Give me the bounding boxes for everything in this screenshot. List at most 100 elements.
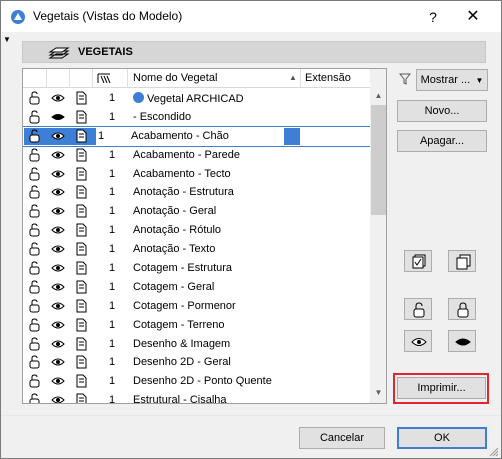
eye-icon[interactable] <box>51 280 65 294</box>
eye-icon[interactable] <box>51 318 65 332</box>
eye-icon[interactable] <box>51 129 65 143</box>
lock-open-icon[interactable] <box>28 185 42 199</box>
list-item[interactable]: 1 Desenho 2D - Geral <box>23 353 370 372</box>
list-item[interactable]: 1 - Escondido <box>23 108 370 127</box>
layer-page-icon[interactable] <box>74 148 88 162</box>
list-item[interactable]: 1 Cotagem - Pormenor <box>23 297 370 316</box>
lock-open-icon[interactable] <box>28 337 42 351</box>
layer-list[interactable]: Nome do Vegetal ▲ Extensão 1 Vegetal ARCH… <box>22 68 387 404</box>
list-item[interactable]: 1 Acabamento - Parede <box>23 146 370 165</box>
layer-page-icon[interactable] <box>74 167 88 181</box>
lock-open-icon[interactable] <box>28 148 42 162</box>
print-button[interactable]: Imprimir... <box>397 377 486 399</box>
lock-open-icon[interactable] <box>28 393 42 403</box>
eye-icon[interactable] <box>51 91 65 105</box>
eye-icon[interactable] <box>51 299 65 313</box>
filter-icon[interactable] <box>399 73 411 85</box>
layer-page-icon[interactable] <box>74 110 88 124</box>
eye-icon[interactable] <box>51 261 65 275</box>
hide-all-button[interactable] <box>448 330 476 352</box>
column-separator <box>69 69 70 88</box>
list-item[interactable]: 1 Cotagem - Estrutura <box>23 259 370 278</box>
layer-page-icon[interactable] <box>74 261 88 275</box>
close-button[interactable]: ✕ <box>456 6 490 28</box>
lock-closed-icon <box>457 302 469 318</box>
lock-open-icon[interactable] <box>28 242 42 256</box>
lock-all-button[interactable] <box>448 298 476 320</box>
lock-open-icon[interactable] <box>28 299 42 313</box>
layer-page-icon[interactable] <box>74 299 88 313</box>
lock-open-icon[interactable] <box>28 280 42 294</box>
check-all-button[interactable] <box>404 250 432 272</box>
eye-icon[interactable] <box>51 223 65 237</box>
delete-button[interactable]: Apagar... <box>397 130 487 152</box>
list-item[interactable]: 1 Desenho & Imagem <box>23 335 370 354</box>
list-item[interactable]: 1 Acabamento - Chão <box>23 125 371 147</box>
layer-page-icon[interactable] <box>74 393 88 403</box>
layer-page-icon[interactable] <box>74 337 88 351</box>
lock-open-icon[interactable] <box>28 91 42 105</box>
resize-grip-icon[interactable] <box>489 447 499 457</box>
list-item[interactable]: 1 Acabamento - Tecto <box>23 165 370 184</box>
eye-icon[interactable] <box>51 374 65 388</box>
lock-open-icon[interactable] <box>28 223 42 237</box>
lock-open-icon <box>413 302 425 318</box>
layer-page-icon[interactable] <box>74 129 88 143</box>
cancel-button[interactable]: Cancelar <box>299 427 385 449</box>
ok-button[interactable]: OK <box>397 427 487 449</box>
layer-page-icon[interactable] <box>74 185 88 199</box>
help-button[interactable]: ? <box>419 6 447 28</box>
layer-name: Desenho & Imagem <box>133 337 231 350</box>
window-title: Vegetais (Vistas do Modelo) <box>33 9 183 23</box>
eye-icon[interactable] <box>51 355 65 369</box>
new-button[interactable]: Novo... <box>397 100 487 122</box>
uncheck-all-button[interactable] <box>448 250 476 272</box>
lock-open-icon[interactable] <box>28 204 42 218</box>
list-item[interactable]: 1 Anotação - Rótulo <box>23 221 370 240</box>
unlock-all-button[interactable] <box>404 298 432 320</box>
lock-open-icon[interactable] <box>28 355 42 369</box>
list-item[interactable]: 1 Cotagem - Terreno <box>23 316 370 335</box>
eye-icon[interactable] <box>51 393 65 403</box>
eye-closed-icon[interactable] <box>51 110 65 124</box>
layer-page-icon[interactable] <box>74 318 88 332</box>
eye-icon[interactable] <box>51 167 65 181</box>
eye-icon[interactable] <box>51 337 65 351</box>
layer-page-icon[interactable] <box>74 374 88 388</box>
lock-open-icon[interactable] <box>28 110 42 124</box>
collapse-arrow-icon[interactable]: ▼ <box>3 35 11 44</box>
list-item[interactable]: 1 Anotação - Texto <box>23 240 370 259</box>
layer-page-icon[interactable] <box>74 280 88 294</box>
show-dropdown-button[interactable]: Mostrar ... ▼ <box>416 69 488 91</box>
column-header-extension[interactable]: Extensão <box>305 72 351 84</box>
eye-icon[interactable] <box>51 148 65 162</box>
scroll-down-icon[interactable]: ▼ <box>370 385 386 401</box>
list-item[interactable]: 1 Anotação - Estrutura <box>23 183 370 202</box>
intersection-group-icon[interactable] <box>97 72 111 84</box>
layer-intersection-number: 1 <box>109 243 116 256</box>
list-item[interactable]: 1 Cotagem - Geral <box>23 278 370 297</box>
list-item[interactable]: 1 Estrutural - Cisalha <box>23 391 370 403</box>
list-item[interactable]: 1 Anotação - Geral <box>23 202 370 221</box>
lock-open-icon[interactable] <box>28 318 42 332</box>
layer-page-icon[interactable] <box>74 91 88 105</box>
lock-open-icon[interactable] <box>28 261 42 275</box>
column-header-name[interactable]: Nome do Vegetal <box>133 72 217 84</box>
lock-open-icon[interactable] <box>28 374 42 388</box>
eye-icon[interactable] <box>51 185 65 199</box>
eye-icon[interactable] <box>51 204 65 218</box>
layer-name: Anotação - Estrutura <box>133 186 234 199</box>
layer-page-icon[interactable] <box>74 355 88 369</box>
layer-page-icon[interactable] <box>74 204 88 218</box>
eye-icon[interactable] <box>51 242 65 256</box>
lock-open-icon[interactable] <box>28 129 42 143</box>
scroll-up-icon[interactable]: ▲ <box>370 88 386 104</box>
show-all-button[interactable] <box>404 330 432 352</box>
vertical-scrollbar[interactable]: ▲ ▼ <box>370 69 386 403</box>
scroll-thumb[interactable] <box>371 105 386 215</box>
layer-page-icon[interactable] <box>74 242 88 256</box>
layer-page-icon[interactable] <box>74 223 88 237</box>
lock-open-icon[interactable] <box>28 167 42 181</box>
list-item[interactable]: 1 Vegetal ARCHICAD <box>23 89 370 108</box>
list-item[interactable]: 1 Desenho 2D - Ponto Quente <box>23 372 370 391</box>
